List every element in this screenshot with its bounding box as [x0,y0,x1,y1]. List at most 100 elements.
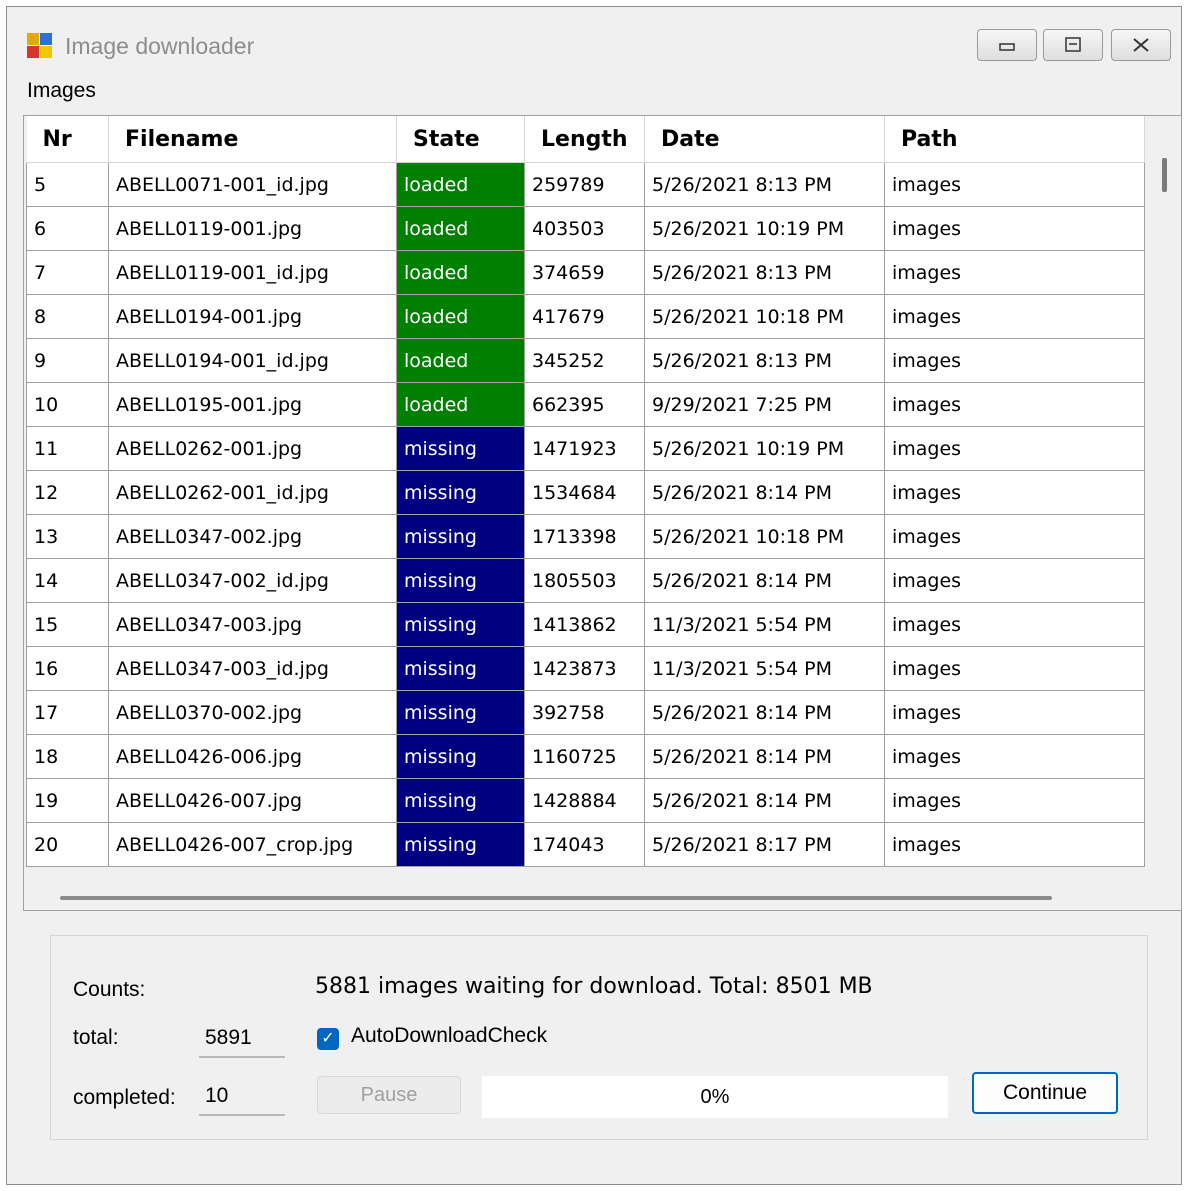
cell-filename[interactable]: ABELL0426-006.jpg [108,734,397,779]
cell-state[interactable]: loaded [396,338,525,383]
cell-filename[interactable]: ABELL0426-007_crop.jpg [108,822,397,867]
cell-state[interactable]: missing [396,778,525,823]
cell-state[interactable]: missing [396,822,525,867]
cell-path[interactable]: images [884,206,1145,251]
title-bar[interactable]: Image downloader [7,7,1181,71]
cell-filename[interactable]: ABELL0119-001.jpg [108,206,397,251]
cell-nr[interactable]: 7 [26,250,109,295]
cell-nr[interactable]: 12 [26,470,109,515]
cell-date[interactable]: 5/26/2021 8:14 PM [644,470,885,515]
cell-state[interactable]: loaded [396,250,525,295]
table-row[interactable]: 17 ABELL0370-002.jpg missing 392758 5/26/202… [26,690,1145,735]
cell-path[interactable]: images [884,426,1145,471]
cell-nr[interactable]: 14 [26,558,109,603]
cell-state[interactable]: missing [396,426,525,471]
table-row[interactable]: 13 ABELL0347-002.jpg missing 1713398 5/26/20… [26,514,1145,559]
cell-length[interactable]: 1423873 [524,646,645,691]
cell-nr[interactable]: 9 [26,338,109,383]
table-row[interactable]: 15 ABELL0347-003.jpg missing 1413862 11/3/20… [26,602,1145,647]
cell-date[interactable]: 5/26/2021 10:19 PM [644,206,885,251]
cell-date[interactable]: 5/26/2021 8:14 PM [644,778,885,823]
cell-path[interactable]: images [884,250,1145,295]
cell-date[interactable]: 5/26/2021 8:14 PM [644,558,885,603]
cell-date[interactable]: 5/26/2021 8:14 PM [644,734,885,779]
images-grid[interactable]: Nr Filename State Length Date Path 5 ABEL… [23,115,1182,911]
column-header-length[interactable]: Length [524,116,645,163]
cell-length[interactable]: 417679 [524,294,645,339]
auto-download-label[interactable]: AutoDownloadCheck [351,1024,547,1048]
cell-date[interactable]: 5/26/2021 8:13 PM [644,162,885,207]
cell-state[interactable]: missing [396,514,525,559]
cell-nr[interactable]: 6 [26,206,109,251]
cell-filename[interactable]: ABELL0071-001_id.jpg [108,162,397,207]
cell-date[interactable]: 5/26/2021 8:14 PM [644,690,885,735]
table-row[interactable]: 12 ABELL0262-001_id.jpg missing 1534684 5/26… [26,470,1145,515]
cell-path[interactable]: images [884,734,1145,779]
cell-filename[interactable]: ABELL0194-001_id.jpg [108,338,397,383]
column-header-date[interactable]: Date [644,116,885,163]
cell-length[interactable]: 1160725 [524,734,645,779]
cell-date[interactable]: 5/26/2021 8:13 PM [644,250,885,295]
cell-path[interactable]: images [884,778,1145,823]
auto-download-checkbox[interactable]: ✓ [317,1028,339,1050]
pause-button[interactable]: Pause [317,1076,461,1114]
cell-filename[interactable]: ABELL0262-001_id.jpg [108,470,397,515]
cell-state[interactable]: missing [396,646,525,691]
table-row[interactable]: 7 ABELL0119-001_id.jpg loaded 374659 5/26/20… [26,250,1145,295]
cell-state[interactable]: missing [396,602,525,647]
vertical-scrollbar[interactable] [1162,158,1167,192]
cell-filename[interactable]: ABELL0370-002.jpg [108,690,397,735]
column-header-path[interactable]: Path [884,116,1145,163]
cell-length[interactable]: 1471923 [524,426,645,471]
column-header-filename[interactable]: Filename [108,116,397,163]
cell-length[interactable]: 345252 [524,338,645,383]
cell-filename[interactable]: ABELL0194-001.jpg [108,294,397,339]
cell-path[interactable]: images [884,558,1145,603]
cell-state[interactable]: loaded [396,162,525,207]
table-row[interactable]: 8 ABELL0194-001.jpg loaded 417679 5/26/2021 … [26,294,1145,339]
cell-state[interactable]: missing [396,734,525,779]
table-row[interactable]: 6 ABELL0119-001.jpg loaded 403503 5/26/2021 … [26,206,1145,251]
cell-nr[interactable]: 8 [26,294,109,339]
minimize-button[interactable] [977,29,1037,61]
cell-nr[interactable]: 20 [26,822,109,867]
cell-state[interactable]: missing [396,558,525,603]
cell-filename[interactable]: ABELL0262-001.jpg [108,426,397,471]
table-row[interactable]: 18 ABELL0426-006.jpg missing 1160725 5/26/20… [26,734,1145,779]
table-row[interactable]: 11 ABELL0262-001.jpg missing 1471923 5/26/20… [26,426,1145,471]
cell-date[interactable]: 11/3/2021 5:54 PM [644,646,885,691]
column-header-nr[interactable]: Nr [26,116,109,163]
cell-nr[interactable]: 18 [26,734,109,779]
menu-images[interactable]: Images [27,79,96,103]
cell-path[interactable]: images [884,338,1145,383]
cell-length[interactable]: 174043 [524,822,645,867]
cell-length[interactable]: 374659 [524,250,645,295]
cell-path[interactable]: images [884,470,1145,515]
cell-length[interactable]: 1713398 [524,514,645,559]
table-row[interactable]: 19 ABELL0426-007.jpg missing 1428884 5/26/20… [26,778,1145,823]
cell-date[interactable]: 5/26/2021 10:19 PM [644,426,885,471]
cell-date[interactable]: 9/29/2021 7:25 PM [644,382,885,427]
cell-path[interactable]: images [884,646,1145,691]
cell-nr[interactable]: 15 [26,602,109,647]
table-row[interactable]: 10 ABELL0195-001.jpg loaded 662395 9/29/2021… [26,382,1145,427]
cell-nr[interactable]: 11 [26,426,109,471]
cell-nr[interactable]: 19 [26,778,109,823]
close-button[interactable] [1111,29,1171,61]
cell-date[interactable]: 11/3/2021 5:54 PM [644,602,885,647]
cell-length[interactable]: 1805503 [524,558,645,603]
cell-path[interactable]: images [884,294,1145,339]
cell-state[interactable]: loaded [396,294,525,339]
cell-nr[interactable]: 16 [26,646,109,691]
cell-date[interactable]: 5/26/2021 8:13 PM [644,338,885,383]
table-row[interactable]: 5 ABELL0071-001_id.jpg loaded 259789 5/26/20… [26,162,1145,207]
cell-nr[interactable]: 17 [26,690,109,735]
cell-length[interactable]: 1413862 [524,602,645,647]
cell-path[interactable]: images [884,690,1145,735]
table-row[interactable]: 9 ABELL0194-001_id.jpg loaded 345252 5/26/20… [26,338,1145,383]
cell-filename[interactable]: ABELL0347-002.jpg [108,514,397,559]
cell-length[interactable]: 1428884 [524,778,645,823]
cell-path[interactable]: images [884,822,1145,867]
cell-state[interactable]: missing [396,470,525,515]
cell-filename[interactable]: ABELL0347-003_id.jpg [108,646,397,691]
